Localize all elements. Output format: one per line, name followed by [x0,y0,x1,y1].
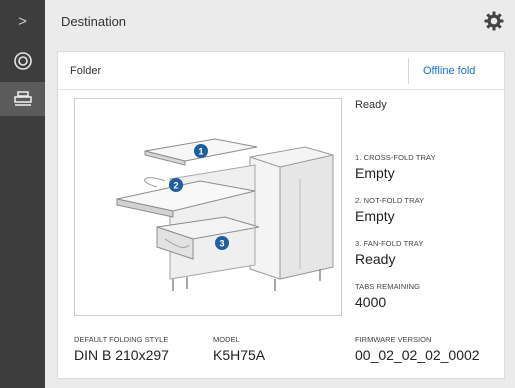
tray-2-label: 2. NOT-FOLD TRAY [355,196,425,205]
svg-text:1: 1 [198,147,203,157]
sidebar: > [0,0,45,388]
header: Destination [45,0,515,44]
firmware-value: 00_02_02_02_0002 [355,347,480,363]
tray-1-label: 1. CROSS-FOLD TRAY [355,153,436,162]
gear-icon[interactable] [483,10,505,32]
tabs-remaining-label: TABS REMAINING [355,282,421,291]
marker-2-icon: 2 [169,178,183,192]
model-value: K5H75A [213,347,266,363]
divider [408,58,409,84]
marker-1-icon: 1 [194,144,208,158]
folder-status: Ready [355,99,387,111]
folder-title: Folder [70,65,102,77]
folder-illustration: 1 2 3 [74,98,342,316]
tray-1-value: Empty [355,165,395,181]
page-title: Destination [61,14,127,29]
tabs-remaining-value: 4000 [355,294,387,310]
firmware-label: FIRMWARE VERSION [355,335,432,344]
tray-3-label: 3. FAN-FOLD TRAY [355,239,424,248]
svg-text:3: 3 [219,239,224,249]
target-icon[interactable] [0,44,45,78]
folder-card: Folder Offline fold 1 2 3 Ready 1. CROSS… [57,51,505,379]
main-content: Destination Folder Offline fold 1 2 3 Re… [45,0,515,388]
svg-text:2: 2 [173,181,178,191]
default-style-label: DEFAULT FOLDING STYLE [74,335,169,344]
card-header: Folder Offline fold [58,52,504,90]
tray-2-value: Empty [355,208,395,224]
offline-fold-link[interactable]: Offline fold [423,65,475,77]
default-style-value: DIN B 210x297 [74,347,169,363]
tray-3-value: Ready [355,251,396,267]
printer-icon[interactable] [0,82,45,116]
model-label: MODEL [213,335,240,344]
marker-3-icon: 3 [215,236,229,250]
chevron-right-icon[interactable]: > [0,8,45,34]
